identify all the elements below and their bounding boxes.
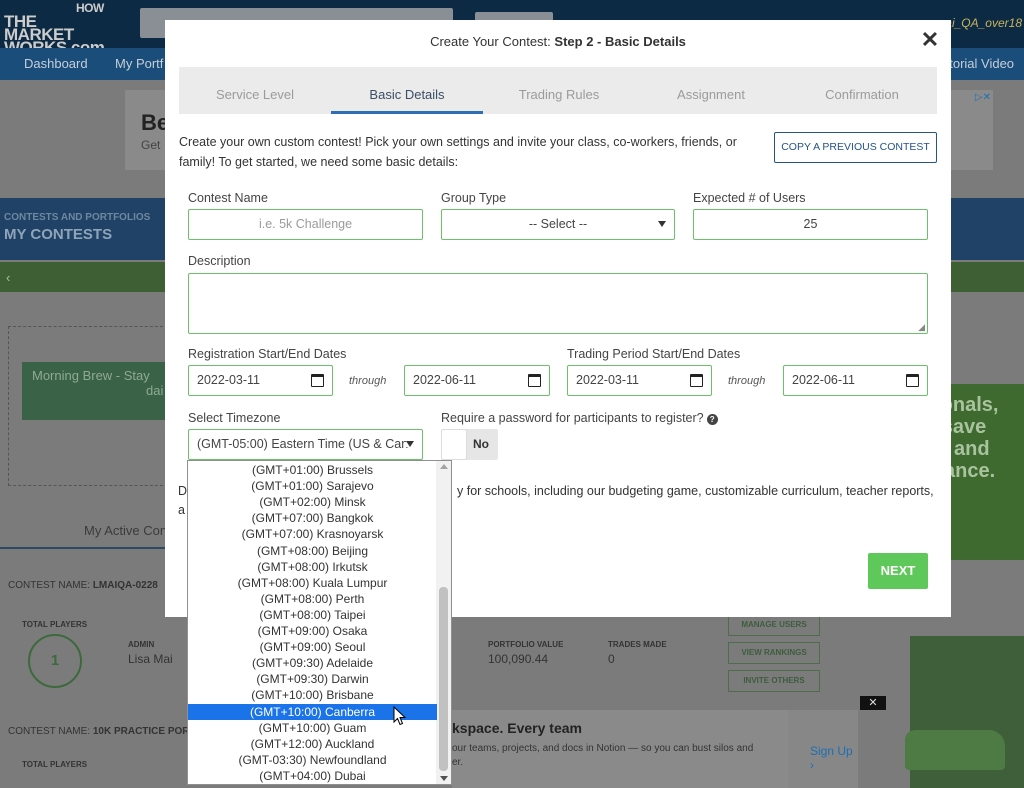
password-toggle[interactable]: No	[441, 429, 498, 460]
timezone-option[interactable]: (GMT+01:00) Sarajevo	[188, 478, 437, 494]
next-button[interactable]: NEXT	[868, 553, 928, 589]
through-label-2: through	[728, 375, 766, 387]
tab-assignment[interactable]: Assignment	[635, 67, 787, 114]
contest-name-row: CONTEST NAME: LMAIQA-0228	[8, 580, 158, 591]
chevron-down-icon	[658, 221, 666, 227]
total-players-label-2: TOTAL PLAYERS	[22, 760, 88, 769]
partial-text: y for schools, including our budgeting g…	[457, 484, 934, 498]
timezone-option[interactable]: (GMT+08:00) Beijing	[188, 543, 437, 559]
nav-dashboard[interactable]: Dashboard	[24, 56, 88, 71]
view-rankings-button[interactable]: VIEW RANKINGS	[728, 642, 820, 664]
admin-name: Lisa Mai	[128, 652, 173, 666]
timezone-option[interactable]: (GMT+08:00) Perth	[188, 591, 437, 607]
help-icon[interactable]: ?	[706, 414, 718, 425]
timezone-option[interactable]: (GMT+09:00) Osaka	[188, 623, 437, 639]
portfolio-value-label: PORTFOLIO VALUE	[488, 640, 564, 649]
registration-dates-label: Registration Start/End Dates	[188, 347, 347, 361]
resize-handle-icon[interactable]: ◢	[918, 322, 925, 333]
timezone-option[interactable]: (GMT+01:00) Brussels	[188, 462, 437, 478]
dropdown-scrollbar[interactable]	[436, 461, 451, 784]
timezone-option[interactable]: (GMT+04:00) Dubai	[188, 768, 437, 784]
timezone-dropdown[interactable]: (GMT+01:00) Brussels (GMT+01:00) Sarajevo…	[187, 460, 452, 785]
toggle-knob	[441, 429, 467, 460]
back-arrow-icon[interactable]: ‹	[6, 270, 10, 285]
morning-brew-ad[interactable]: Morning Brew - Stay dai	[22, 362, 168, 420]
timezone-label: Select Timezone	[188, 411, 281, 425]
tab-trading-rules[interactable]: Trading Rules	[483, 67, 635, 114]
scrollbar-thumb[interactable]	[439, 587, 448, 771]
step-tabs: Service Level Basic Details Trading Rule…	[179, 67, 937, 114]
manage-users-button[interactable]: MANAGE USERS	[728, 614, 820, 636]
nav-my-portfolio[interactable]: My Portf	[115, 56, 163, 71]
expected-users-input[interactable]: 25	[693, 209, 928, 240]
tab-confirmation[interactable]: Confirmation	[787, 67, 937, 114]
calendar-icon[interactable]	[906, 374, 919, 387]
tab-service-level[interactable]: Service Level	[179, 67, 331, 114]
tab-my-active-contests[interactable]: My Active Con	[0, 505, 170, 549]
timezone-option[interactable]: (GMT+08:00) Irkutsk	[188, 559, 437, 575]
user-name[interactable]: ai_QA_over18	[945, 16, 1022, 30]
through-label: through	[349, 375, 387, 387]
scroll-up-icon[interactable]	[440, 464, 448, 469]
mouse-cursor-icon	[393, 706, 407, 726]
trading-end-date[interactable]: 2022-06-11	[783, 365, 928, 396]
scroll-down-icon[interactable]	[440, 776, 448, 781]
calendar-icon[interactable]	[690, 374, 703, 387]
registration-end-date[interactable]: 2022-06-11	[404, 365, 550, 396]
chevron-down-icon	[406, 441, 414, 447]
nav-tutorial-videos[interactable]: utorial Video	[942, 56, 1014, 71]
group-type-select[interactable]: -- Select --	[441, 209, 675, 240]
close-icon[interactable]: ✕	[919, 29, 941, 51]
description-textarea[interactable]: ◢	[188, 273, 928, 334]
invite-others-button[interactable]: INVITE OTHERS	[728, 670, 820, 692]
trading-start-date[interactable]: 2022-03-11	[567, 365, 712, 396]
timezone-option[interactable]: (GMT-03:30) Newfoundland	[188, 752, 437, 768]
registration-start-date[interactable]: 2022-03-11	[188, 365, 333, 396]
expected-users-label: Expected # of Users	[693, 191, 806, 205]
timezone-option[interactable]: (GMT+08:00) Taipei	[188, 607, 437, 623]
partial-text-start: D	[178, 484, 188, 498]
calendar-icon[interactable]	[528, 374, 541, 387]
tab-basic-details[interactable]: Basic Details	[331, 67, 483, 114]
contest-name-label: Contest Name	[188, 191, 268, 205]
total-players-label: TOTAL PLAYERS	[22, 620, 88, 629]
intro-text: Create your own custom contest! Pick you…	[179, 135, 737, 169]
group-type-label: Group Type	[441, 191, 507, 205]
contest-name-input[interactable]: i.e. 5k Challenge	[188, 209, 423, 240]
timezone-option[interactable]: (GMT+07:00) Krasnoyarsk	[188, 526, 437, 542]
modal-title: Create Your Contest: Step 2 - Basic Deta…	[430, 34, 686, 49]
password-label: Require a password for participants to r…	[441, 411, 718, 425]
timezone-option[interactable]: (GMT+12:00) Auckland	[188, 736, 437, 752]
calendar-icon[interactable]	[311, 374, 324, 387]
timezone-select[interactable]: (GMT-05:00) Eastern Time (US & Can	[188, 429, 423, 460]
timezone-option[interactable]: (GMT+10:00) Brisbane	[188, 687, 437, 703]
admin-label: ADMIN	[128, 640, 155, 649]
timezone-option[interactable]: (GMT+08:00) Kuala Lumpur	[188, 575, 437, 591]
portfolio-value: 100,090.44	[488, 652, 549, 666]
players-count: 1	[28, 634, 82, 688]
copy-previous-contest-button[interactable]: COPY A PREVIOUS CONTEST	[774, 132, 937, 163]
timezone-option[interactable]: (GMT+09:00) Seoul	[188, 639, 437, 655]
signup-link[interactable]: Sign Up ›	[788, 710, 858, 788]
ad-close-button[interactable]: ✕	[860, 696, 886, 710]
timezone-option[interactable]: (GMT+09:30) Darwin	[188, 671, 437, 687]
timezone-option[interactable]: (GMT+02:00) Minsk	[188, 494, 437, 510]
ad-close-icon[interactable]: ▷✕	[975, 92, 991, 103]
timezone-option[interactable]: (GMT+07:00) Bangkok	[188, 510, 437, 526]
contest-name-row-2: CONTEST NAME: 10K PRACTICE POR	[8, 726, 190, 737]
trading-dates-label: Trading Period Start/End Dates	[567, 347, 741, 361]
description-label: Description	[188, 254, 251, 268]
site-logo: HOW THE MARKET WORKS.com	[4, 1, 105, 57]
car-illustration	[905, 730, 1005, 770]
partial-text-start-2: a	[178, 503, 185, 517]
trades-made-label: TRADES MADE	[608, 640, 667, 649]
trades-made-value: 0	[608, 652, 615, 666]
timezone-option[interactable]: (GMT+09:30) Adelaide	[188, 655, 437, 671]
